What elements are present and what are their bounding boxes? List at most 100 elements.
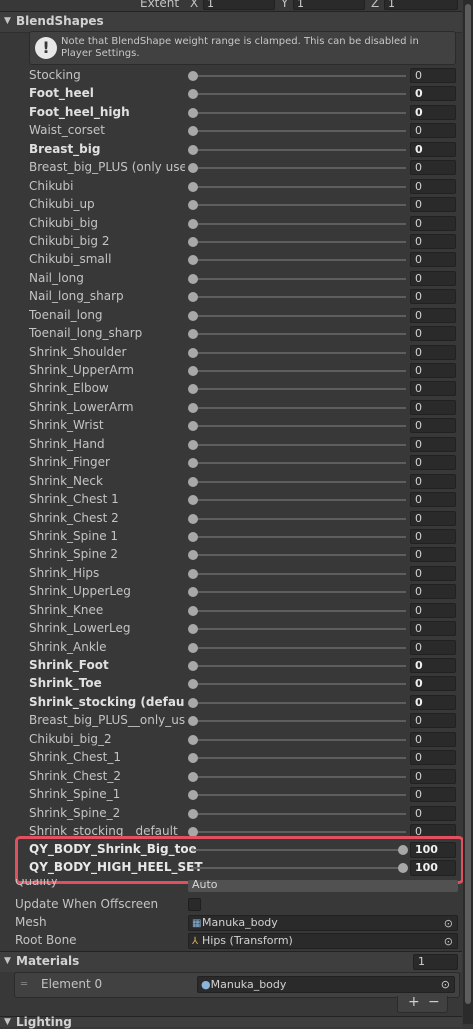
slider-track[interactable] xyxy=(192,499,406,502)
slider-knob[interactable] xyxy=(188,255,198,266)
blendshape-value-field[interactable]: 0 xyxy=(410,86,456,102)
slider-track[interactable] xyxy=(192,665,406,667)
slider-knob[interactable] xyxy=(188,624,198,635)
blendshape-value-field[interactable]: 0 xyxy=(410,307,456,323)
slider-knob[interactable] xyxy=(188,642,198,653)
foldout-arrow-icon[interactable]: ▼ xyxy=(4,956,11,966)
slider-knob[interactable] xyxy=(188,126,198,137)
materials-header[interactable]: ▼ Materials 1 xyxy=(0,951,462,972)
blendshape-value-field[interactable]: 100 xyxy=(410,860,456,876)
object-picker-icon[interactable]: ⊙ xyxy=(444,935,453,949)
slider-knob[interactable] xyxy=(188,292,198,303)
slider-track[interactable] xyxy=(192,812,406,815)
slider-knob[interactable] xyxy=(188,366,198,376)
slider-track[interactable] xyxy=(192,628,406,631)
slider-track[interactable] xyxy=(192,314,406,317)
slider-track[interactable] xyxy=(192,480,406,483)
blendshape-value-field[interactable]: 0 xyxy=(410,344,456,360)
slider-track[interactable] xyxy=(192,517,406,520)
materials-count-field[interactable]: 1 xyxy=(413,954,458,970)
slider-knob[interactable] xyxy=(188,716,198,727)
slider-track[interactable] xyxy=(192,204,406,207)
slider-track[interactable] xyxy=(192,111,406,114)
slider-knob[interactable] xyxy=(188,790,198,801)
slider-knob[interactable] xyxy=(188,89,198,100)
slider-knob[interactable] xyxy=(188,218,198,229)
slider-track[interactable] xyxy=(192,554,406,557)
slider-knob[interactable] xyxy=(188,273,198,284)
slider-track[interactable] xyxy=(192,720,406,723)
blendshape-value-field[interactable]: 0 xyxy=(410,399,456,415)
slider-track[interactable] xyxy=(192,701,406,704)
slider-knob[interactable] xyxy=(398,863,408,873)
add-element-button[interactable]: + xyxy=(408,994,420,1010)
slider-knob[interactable] xyxy=(188,531,198,542)
blendshape-value-field[interactable]: 0 xyxy=(410,160,456,176)
blendshape-value-field[interactable]: 0 xyxy=(410,528,456,544)
slider-knob[interactable] xyxy=(188,236,198,247)
slider-track[interactable] xyxy=(192,222,406,225)
blendshape-value-field[interactable]: 0 xyxy=(410,621,456,637)
blendshape-value-field[interactable]: 0 xyxy=(410,289,456,305)
slider-track[interactable] xyxy=(192,609,406,612)
slider-track[interactable] xyxy=(192,738,406,741)
blendshape-value-field[interactable]: 0 xyxy=(410,694,456,710)
slider-track[interactable] xyxy=(191,867,403,869)
slider-track[interactable] xyxy=(192,775,406,778)
extent-x-field[interactable]: 1 xyxy=(203,0,275,10)
slider-knob[interactable] xyxy=(188,329,198,340)
quality-dropdown[interactable]: Auto xyxy=(188,880,458,892)
blendshape-value-field[interactable]: 0 xyxy=(410,768,456,784)
update-offscreen-checkbox[interactable] xyxy=(188,898,201,911)
blendshape-value-field[interactable]: 0 xyxy=(410,713,456,729)
slider-knob[interactable] xyxy=(188,697,198,708)
blendshape-value-field[interactable]: 0 xyxy=(410,123,456,139)
slider-knob[interactable] xyxy=(188,734,198,745)
slider-track[interactable] xyxy=(192,830,406,833)
slider-knob[interactable] xyxy=(188,771,198,782)
slider-track[interactable] xyxy=(192,296,406,299)
material-field[interactable]: ●Manuka_body ⊙ xyxy=(197,976,455,993)
slider-knob[interactable] xyxy=(188,107,198,118)
slider-knob[interactable] xyxy=(188,310,198,321)
slider-track[interactable] xyxy=(192,167,406,170)
blendshape-value-field[interactable]: 100 xyxy=(410,842,456,858)
slider-knob[interactable] xyxy=(188,384,198,395)
slider-track[interactable] xyxy=(192,259,406,262)
slider-track[interactable] xyxy=(192,240,406,243)
remove-element-button[interactable]: − xyxy=(428,994,440,1010)
blendshape-value-field[interactable]: 0 xyxy=(410,731,456,747)
slider-track[interactable] xyxy=(192,794,406,797)
slider-track[interactable] xyxy=(192,425,406,428)
slider-knob[interactable] xyxy=(188,550,198,561)
slider-track[interactable] xyxy=(192,351,406,354)
slider-track[interactable] xyxy=(192,370,406,372)
blendshape-value-field[interactable]: 0 xyxy=(410,197,456,213)
slider-track[interactable] xyxy=(191,849,403,851)
blendshapes-header[interactable]: ▼ BlendShapes xyxy=(0,11,462,33)
slider-track[interactable] xyxy=(192,683,406,686)
blendshape-value-field[interactable]: 0 xyxy=(410,178,456,194)
blendshape-value-field[interactable]: 0 xyxy=(410,418,456,434)
slider-knob[interactable] xyxy=(188,679,198,690)
blendshape-value-field[interactable]: 0 xyxy=(410,787,456,803)
blendshape-value-field[interactable]: 0 xyxy=(410,215,456,231)
slider-knob[interactable] xyxy=(188,753,198,764)
slider-knob[interactable] xyxy=(188,476,198,487)
slider-track[interactable] xyxy=(192,646,406,649)
extent-y-field[interactable]: 1 xyxy=(293,0,365,10)
slider-track[interactable] xyxy=(192,462,406,465)
blendshape-value-field[interactable]: 0 xyxy=(410,363,456,378)
slider-knob[interactable] xyxy=(188,568,198,579)
object-picker-icon[interactable]: ⊙ xyxy=(444,917,453,931)
extent-z-field[interactable]: 1 xyxy=(384,0,458,10)
blendshape-value-field[interactable]: 0 xyxy=(410,510,456,526)
blendshape-value-field[interactable]: 0 xyxy=(410,455,456,471)
slider-track[interactable] xyxy=(192,535,406,538)
blendshape-value-field[interactable]: 0 xyxy=(410,381,456,397)
blendshape-value-field[interactable]: 0 xyxy=(410,141,456,157)
slider-track[interactable] xyxy=(192,277,406,280)
slider-knob[interactable] xyxy=(188,605,198,616)
blendshape-value-field[interactable]: 0 xyxy=(410,547,456,563)
blendshape-value-field[interactable]: 0 xyxy=(410,602,456,618)
